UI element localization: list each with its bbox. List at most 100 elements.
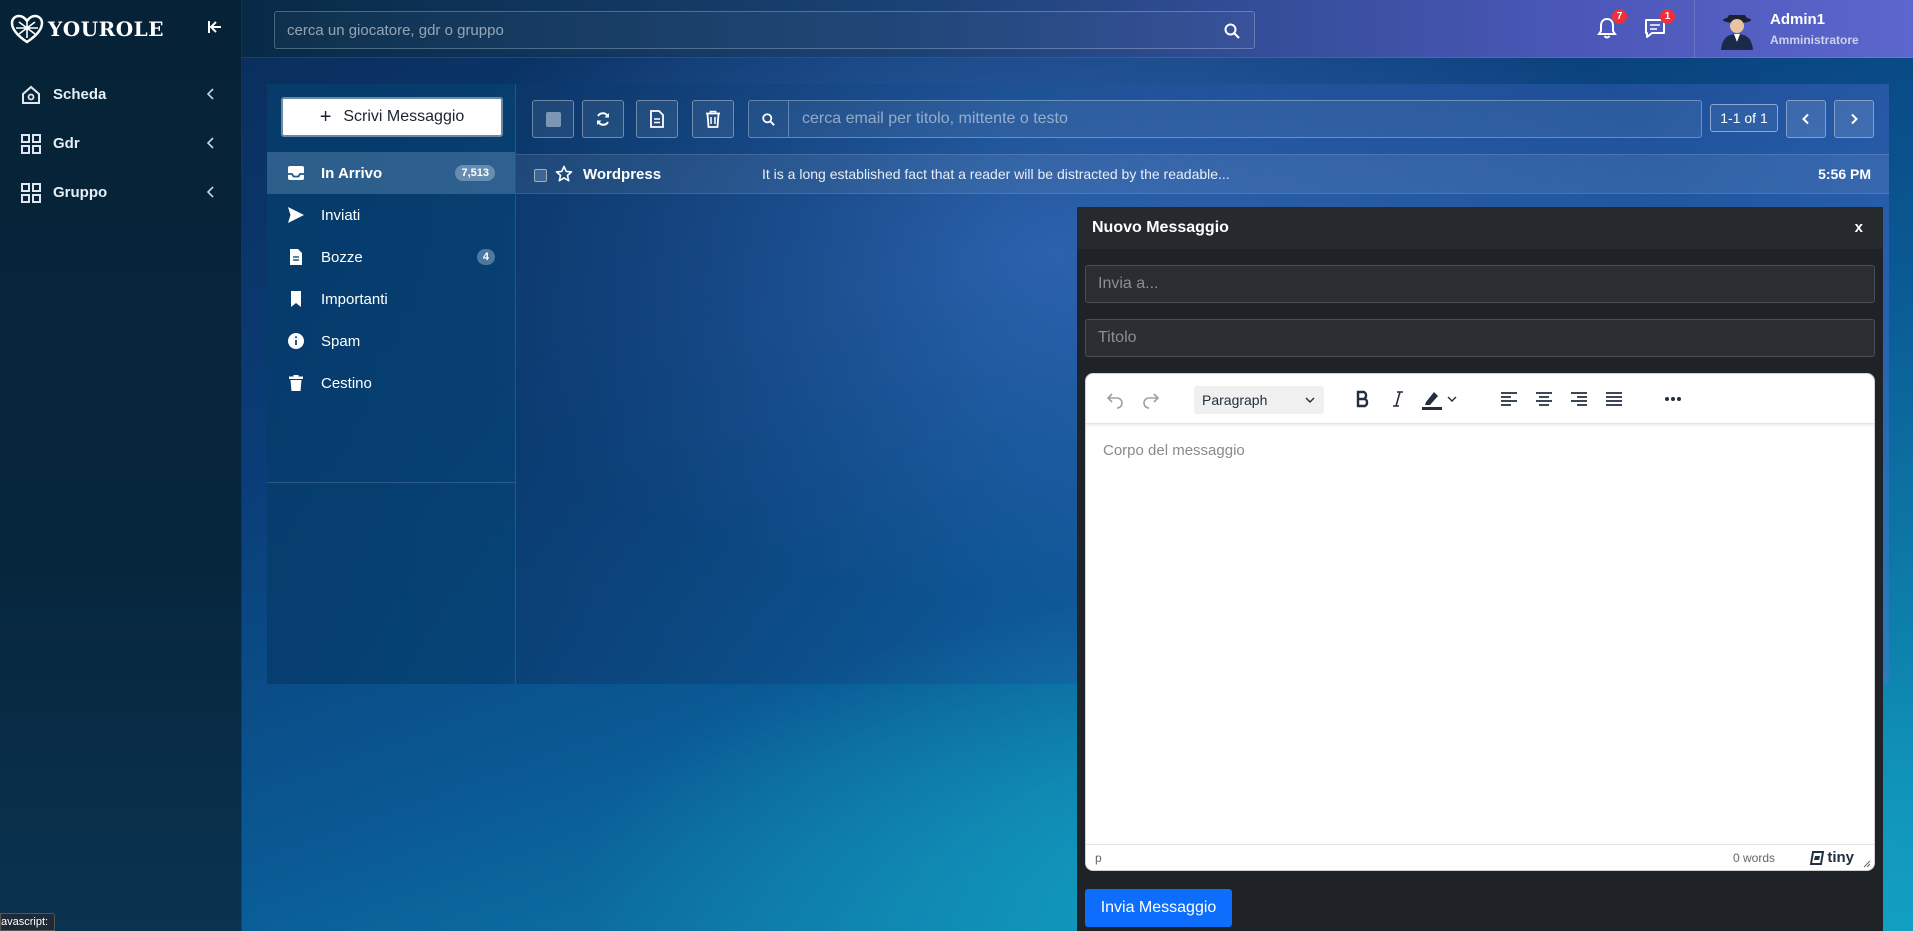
search-icon[interactable]: [1224, 23, 1240, 39]
message-sender: Wordpress: [583, 166, 662, 183]
sidebar: YOUROLE Scheda Gdr Gruppo avascript:: [0, 0, 242, 931]
folder-sent[interactable]: Inviati: [267, 194, 515, 236]
global-search: [274, 11, 1255, 49]
row-checkbox[interactable]: [534, 169, 547, 182]
refresh-button[interactable]: [582, 100, 624, 138]
subject-input[interactable]: [1085, 319, 1875, 357]
browser-status-bar: avascript:: [0, 913, 56, 931]
sidebar-item-label: Gruppo: [53, 184, 108, 201]
sidebar-collapse-button[interactable]: [204, 16, 226, 38]
block-format-value: Paragraph: [1202, 392, 1268, 408]
checkbox-icon: [545, 111, 561, 127]
chevron-left-icon: [204, 87, 218, 101]
trash-icon: [706, 110, 720, 128]
tiny-brand-link[interactable]: tiny: [1809, 849, 1854, 866]
user-name[interactable]: Admin1: [1770, 11, 1825, 28]
notifications-button[interactable]: 7: [1596, 9, 1627, 39]
redo-button[interactable]: [1138, 386, 1164, 412]
align-justify-button[interactable]: [1601, 386, 1627, 412]
highlight-color-button[interactable]: [1420, 386, 1460, 412]
align-center-icon: [1536, 392, 1552, 406]
bold-button[interactable]: [1350, 386, 1376, 412]
file-icon: [287, 248, 305, 266]
avatar[interactable]: [1718, 8, 1756, 50]
star-icon[interactable]: [555, 165, 573, 183]
mail-folders-panel: + Scrivi Messaggio In Arrivo 7,513 Invia…: [267, 84, 516, 684]
delete-button[interactable]: [692, 100, 734, 138]
folder-inbox[interactable]: In Arrivo 7,513: [267, 152, 515, 194]
logo-text: YOUROLE: [48, 17, 164, 41]
table-row[interactable]: Wordpress It is a long established fact …: [516, 154, 1889, 194]
block-format-select[interactable]: Paragraph: [1194, 386, 1324, 414]
word-count[interactable]: 0 words: [1733, 851, 1775, 865]
folder-trash[interactable]: Cestino: [267, 362, 515, 404]
send-message-button[interactable]: Invia Messaggio: [1085, 889, 1232, 927]
folder-important[interactable]: Importanti: [267, 278, 515, 320]
align-right-icon: [1571, 392, 1587, 406]
align-right-button[interactable]: [1566, 386, 1592, 412]
compose-button-label: Scrivi Messaggio: [343, 108, 465, 125]
close-button[interactable]: x: [1855, 219, 1863, 236]
message-body-editor[interactable]: Corpo del messaggio: [1086, 425, 1874, 835]
element-path[interactable]: p: [1095, 851, 1102, 865]
more-options-button[interactable]: [1660, 386, 1686, 412]
redo-icon: [1143, 393, 1160, 409]
folder-label: Inviati: [321, 206, 361, 224]
logo-heart-icon: [10, 14, 44, 44]
user-role: Amministratore: [1770, 33, 1859, 47]
next-page-button[interactable]: [1834, 100, 1874, 138]
document-icon: [650, 110, 664, 128]
home-icon: [21, 85, 41, 105]
mail-search-input[interactable]: [790, 101, 1698, 137]
folder-drafts[interactable]: Bozze 4: [267, 236, 515, 278]
highlighter-icon: [1422, 392, 1457, 410]
message-body-placeholder: Corpo del messaggio: [1103, 442, 1245, 459]
mail-search-button[interactable]: [749, 101, 789, 137]
folder-label: Spam: [321, 332, 361, 350]
mark-read-button[interactable]: [636, 100, 678, 138]
grid-icon: [21, 133, 41, 154]
compose-header: Nuovo Messaggio x: [1077, 207, 1883, 249]
rich-text-editor: Paragraph Corpo del messaggio p 0 words …: [1085, 373, 1875, 871]
resize-handle-icon[interactable]: [1861, 857, 1871, 868]
sidebar-item-label: Gdr: [53, 135, 80, 152]
search-icon: [762, 112, 775, 126]
user-divider: [1694, 0, 1695, 58]
folder-count-badge: 4: [476, 249, 495, 265]
messages-button[interactable]: 1: [1644, 9, 1675, 39]
folder-label: Cestino: [321, 374, 372, 392]
compose-button[interactable]: + Scrivi Messaggio: [281, 97, 503, 137]
align-justify-icon: [1606, 392, 1622, 406]
select-all-button[interactable]: [532, 100, 574, 138]
chevron-left-icon: [204, 136, 218, 150]
plus-icon: +: [319, 106, 332, 128]
chevron-right-icon: [1851, 113, 1858, 125]
folder-spam[interactable]: Spam: [267, 320, 515, 362]
undo-button[interactable]: [1102, 386, 1128, 412]
global-search-input[interactable]: [275, 12, 1254, 48]
mail-search: [748, 100, 1702, 138]
message-time: 5:56 PM: [1818, 166, 1871, 182]
chevron-left-icon: [1802, 113, 1809, 125]
align-left-button[interactable]: [1496, 386, 1522, 412]
folder-count-badge: 7,513: [455, 165, 495, 181]
folder-label: In Arrivo: [321, 164, 383, 182]
recipient-input[interactable]: [1085, 265, 1875, 303]
sidebar-item-gruppo[interactable]: Gruppo: [0, 168, 241, 217]
chevron-down-icon: [1305, 397, 1315, 403]
align-center-button[interactable]: [1531, 386, 1557, 412]
trash-icon: [287, 374, 305, 392]
sidebar-item-scheda[interactable]: Scheda: [0, 70, 241, 119]
tiny-logo-icon: [1810, 850, 1825, 865]
tiny-brand-text: tiny: [1827, 849, 1854, 866]
ellipsis-icon: [1665, 397, 1681, 401]
folder-label: Importanti: [321, 290, 388, 308]
align-left-icon: [1501, 392, 1517, 406]
italic-button[interactable]: [1385, 386, 1411, 412]
pager-info: 1-1 of 1: [1710, 104, 1778, 132]
folder-list: In Arrivo 7,513 Inviati Bozze 4 Importan…: [267, 152, 515, 404]
message-subject: It is a long established fact that a rea…: [762, 166, 1230, 182]
editor-toolbar: Paragraph: [1086, 374, 1874, 424]
sidebar-item-gdr[interactable]: Gdr: [0, 119, 241, 168]
prev-page-button[interactable]: [1786, 100, 1826, 138]
